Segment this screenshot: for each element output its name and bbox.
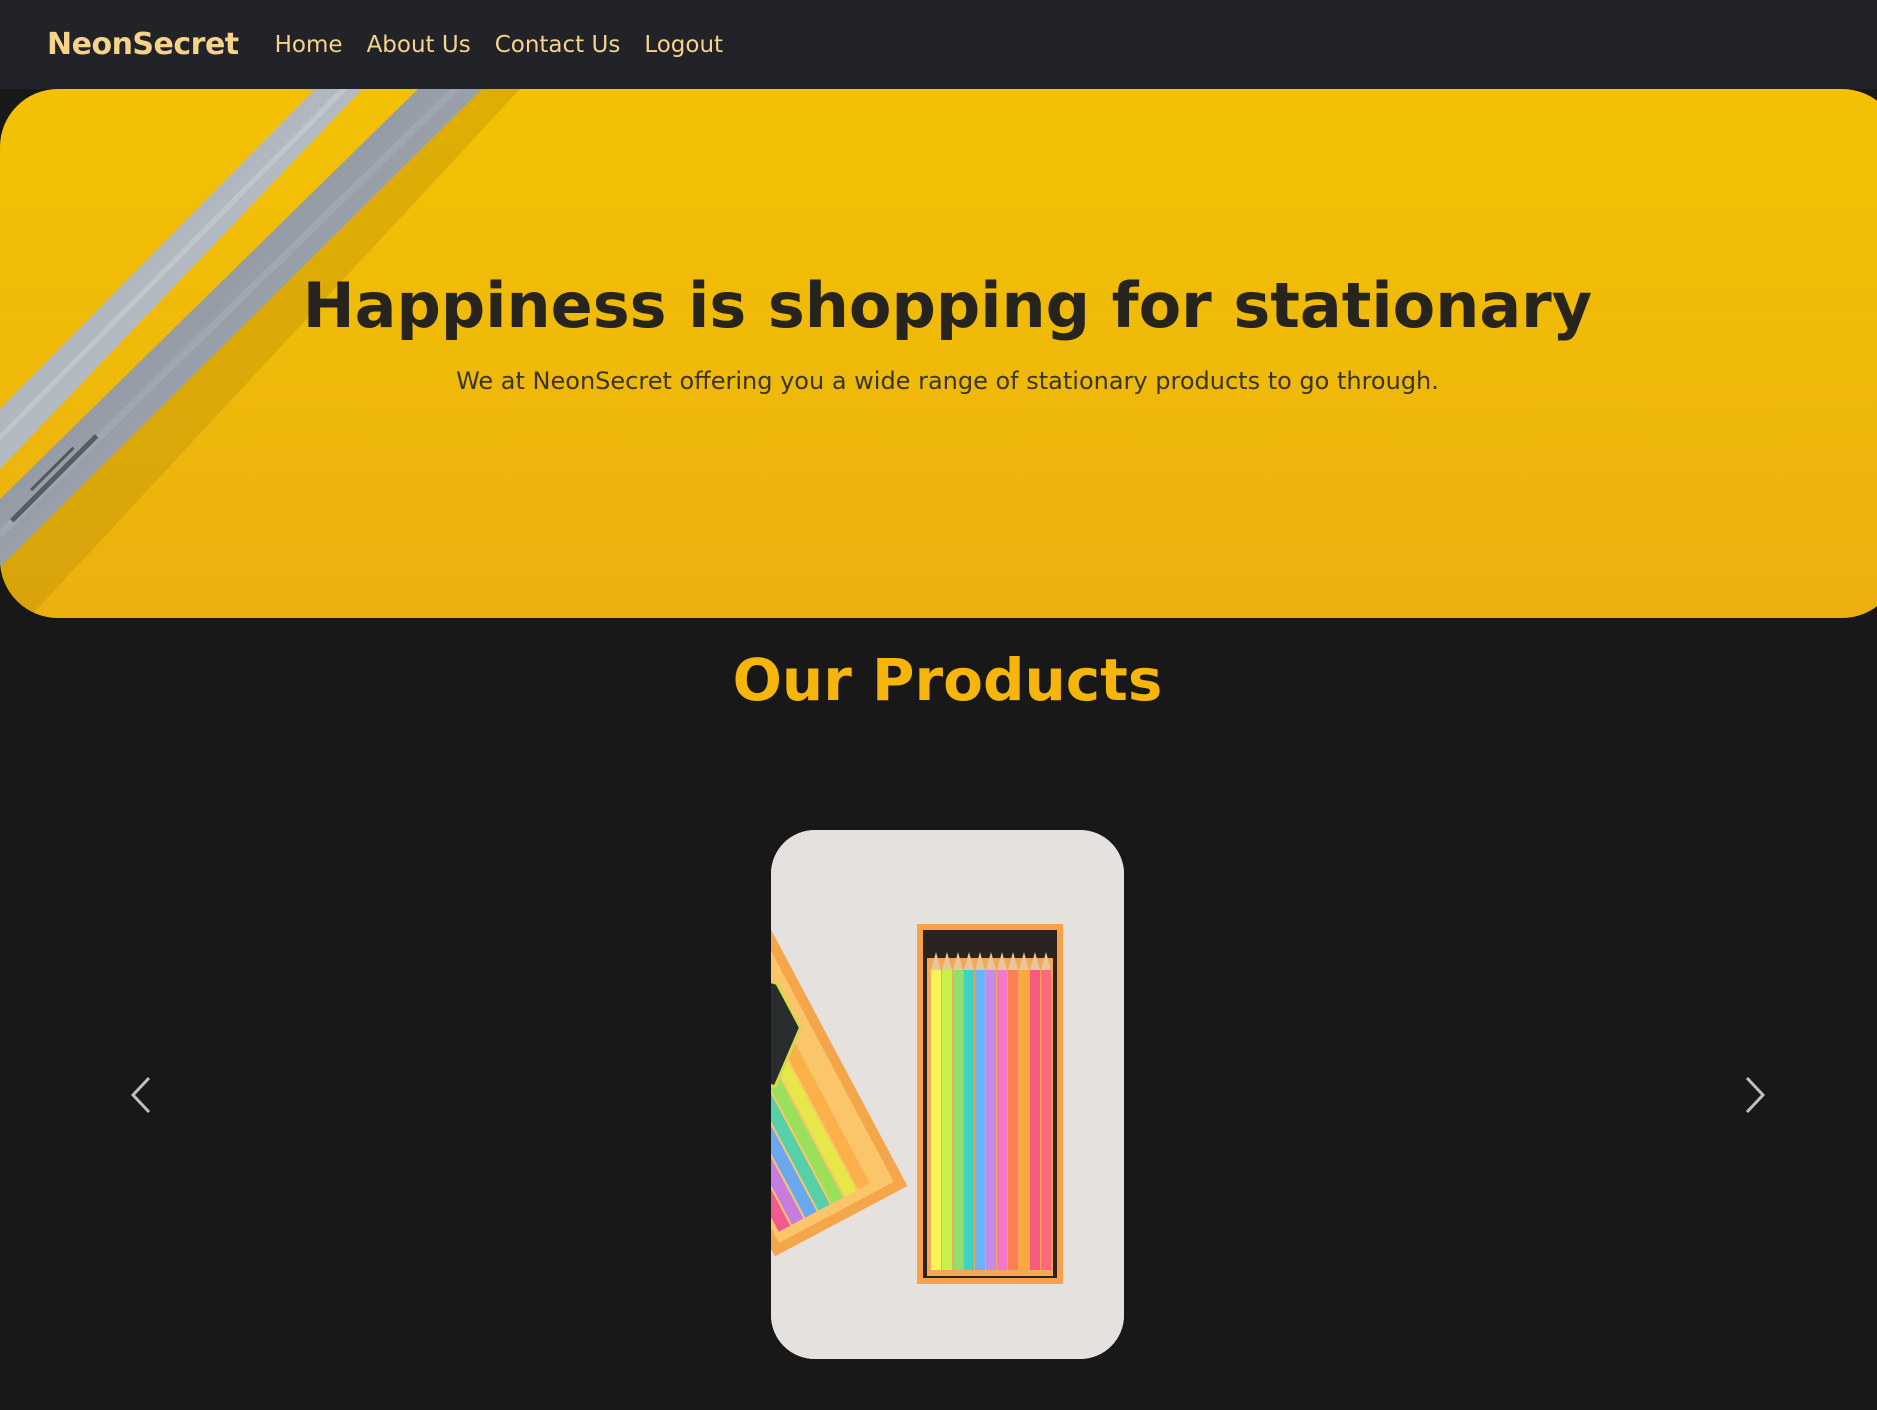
nav-link-home[interactable]: Home (275, 32, 343, 58)
carousel-next-button[interactable] (1723, 1062, 1783, 1128)
hero-subtitle: We at NeonSecret offering you a wide ran… (456, 367, 1439, 395)
hero-banner: Happiness is shopping for stationary We … (0, 89, 1877, 618)
nav-link-contact-us[interactable]: Contact Us (495, 32, 621, 58)
colored-pencils-image: HT AS (771, 830, 1124, 1359)
navbar: NeonSecret Home About Us Contact Us Logo… (0, 0, 1877, 89)
chevron-right-icon (1745, 1076, 1766, 1114)
product-card-image[interactable]: HT AS (771, 830, 1124, 1359)
hero-pencils-image (0, 89, 520, 618)
carousel-prev-button[interactable] (113, 1062, 173, 1128)
nav-link-logout[interactable]: Logout (644, 32, 723, 58)
brand-logo[interactable]: NeonSecret (47, 27, 239, 62)
chevron-left-icon (130, 1076, 151, 1114)
products-heading: Our Products (732, 646, 1163, 714)
nav-link-about-us[interactable]: About Us (367, 32, 471, 58)
hero-title: Happiness is shopping for stationary (302, 269, 1593, 342)
